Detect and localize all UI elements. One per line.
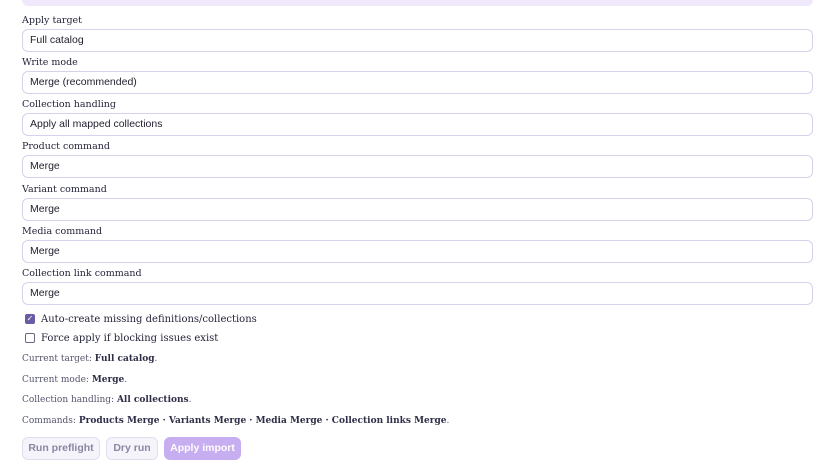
commands-summary: Commands: Products Merge · Variants Merg… bbox=[22, 415, 449, 427]
auto-create-label: Auto-create missing definitions/collecti… bbox=[41, 313, 257, 325]
product-command-label: Product command bbox=[22, 141, 110, 152]
commands-value: Products Merge · Variants Merge · Media … bbox=[78, 416, 447, 426]
collection-handling-prefix: Collection handling: bbox=[22, 395, 117, 405]
current-target-summary: Current target: Full catalog. bbox=[22, 353, 157, 365]
apply-target-label: Apply target bbox=[22, 15, 82, 26]
top-panel-edge bbox=[22, 0, 813, 6]
media-command-select[interactable]: Merge bbox=[22, 240, 813, 263]
current-target-value: Full catalog bbox=[94, 354, 155, 364]
media-command-label: Media command bbox=[22, 226, 103, 237]
commands-suffix: . bbox=[446, 416, 450, 426]
force-apply-label: Force apply if blocking issues exist bbox=[41, 332, 219, 344]
dry-run-button[interactable]: Dry run bbox=[106, 437, 158, 460]
collection-link-command-field: Collection link command Merge bbox=[22, 268, 813, 305]
collection-link-command-label: Collection link command bbox=[22, 268, 142, 279]
collection-handling-suffix: . bbox=[188, 395, 192, 405]
apply-target-select[interactable]: Full catalog bbox=[22, 29, 813, 52]
current-mode-summary: Current mode: Merge. bbox=[22, 374, 127, 386]
write-mode-select[interactable]: Merge (recommended) bbox=[22, 71, 813, 94]
auto-create-checkbox[interactable]: ✓ bbox=[25, 314, 35, 324]
auto-create-option[interactable]: ✓ Auto-create missing definitions/collec… bbox=[25, 312, 257, 326]
product-command-select[interactable]: Merge bbox=[22, 155, 813, 178]
variant-command-label: Variant command bbox=[22, 184, 107, 195]
product-command-field: Product command Merge bbox=[22, 141, 813, 178]
commands-prefix: Commands: bbox=[22, 416, 79, 426]
apply-import-button[interactable]: Apply import bbox=[164, 437, 241, 460]
force-apply-checkbox[interactable] bbox=[25, 333, 35, 343]
variant-command-field: Variant command Merge bbox=[22, 184, 813, 221]
collection-handling-label: Collection handling bbox=[22, 99, 116, 110]
current-mode-value: Merge bbox=[91, 375, 125, 385]
collection-handling-summary: Collection handling: All collections. bbox=[22, 394, 191, 406]
current-target-prefix: Current target: bbox=[22, 354, 95, 364]
collection-handling-field: Collection handling Apply all mapped col… bbox=[22, 99, 813, 136]
collection-handling-select[interactable]: Apply all mapped collections bbox=[22, 113, 813, 136]
write-mode-label: Write mode bbox=[22, 57, 78, 68]
current-mode-suffix: . bbox=[124, 375, 128, 385]
force-apply-option[interactable]: Force apply if blocking issues exist bbox=[25, 331, 218, 345]
collection-handling-value: All collections bbox=[116, 395, 189, 405]
current-mode-prefix: Current mode: bbox=[22, 375, 92, 385]
variant-command-select[interactable]: Merge bbox=[22, 198, 813, 221]
apply-target-field: Apply target Full catalog bbox=[22, 15, 813, 52]
run-preflight-button[interactable]: Run preflight bbox=[22, 437, 100, 460]
current-target-suffix: . bbox=[154, 354, 158, 364]
collection-link-command-select[interactable]: Merge bbox=[22, 282, 813, 305]
write-mode-field: Write mode Merge (recommended) bbox=[22, 57, 813, 94]
media-command-field: Media command Merge bbox=[22, 226, 813, 263]
